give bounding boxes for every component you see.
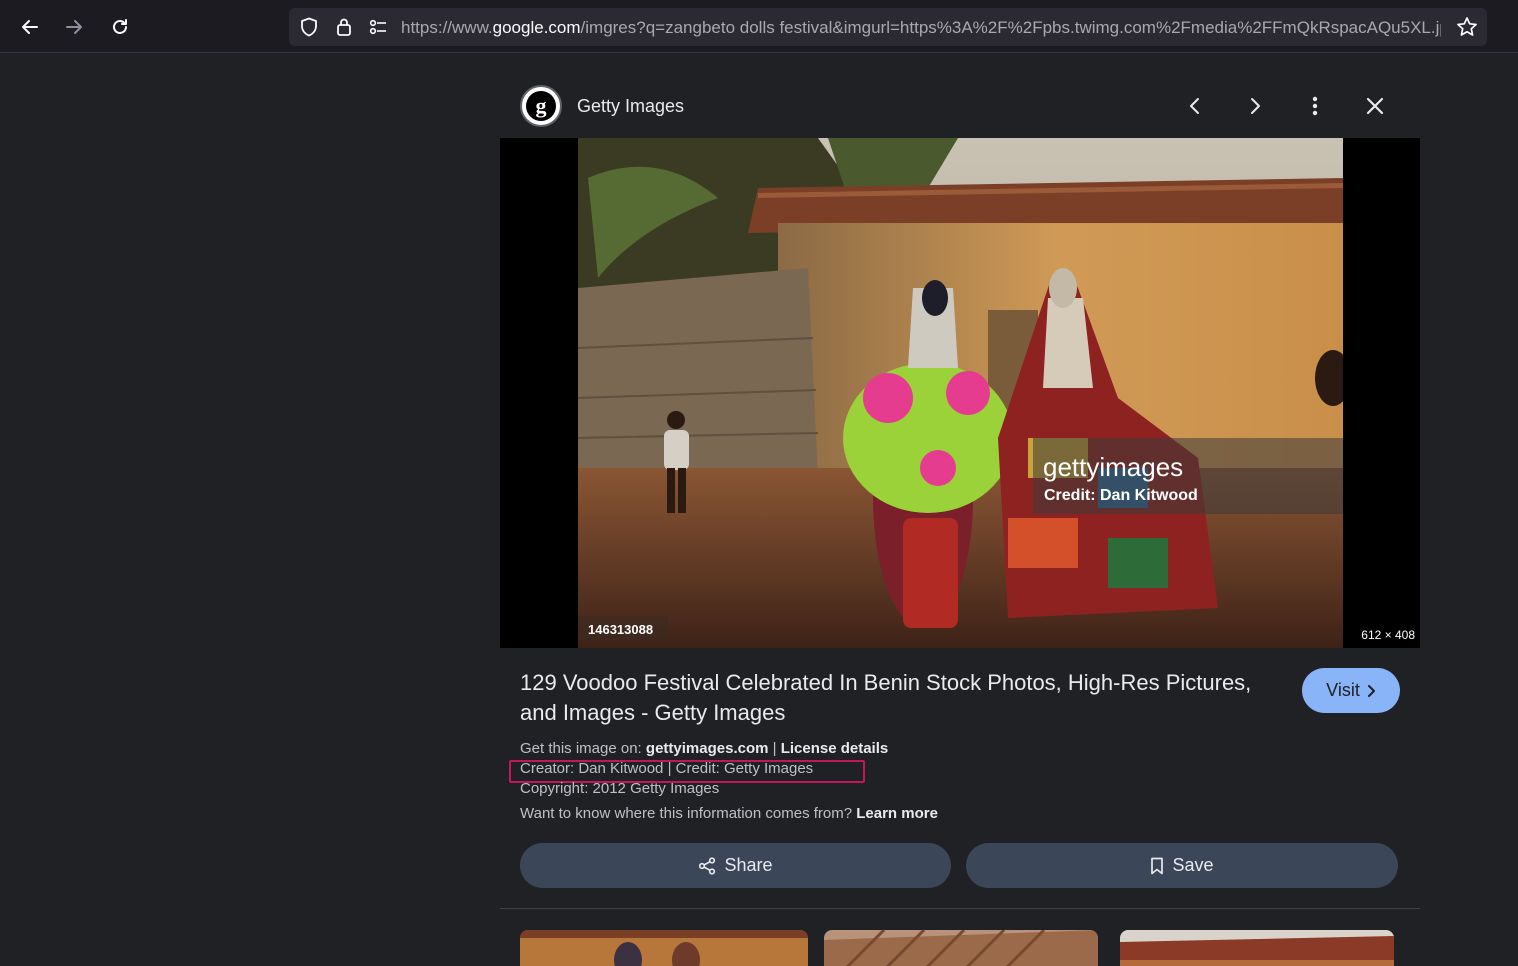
source-logo[interactable]: g (520, 85, 562, 127)
address-bar[interactable]: https://www.google.com/imgres?q=zangbeto… (289, 8, 1487, 46)
chevron-right-icon (1367, 684, 1375, 697)
watermark-credit: Credit: Dan Kitwood (1044, 487, 1198, 504)
bookmark-icon (1151, 857, 1164, 874)
url-host: google.com (492, 18, 581, 37)
learn-more-link[interactable]: Learn more (856, 805, 938, 822)
url-prefix: https://www. (401, 18, 493, 37)
share-button[interactable]: Share (520, 843, 951, 888)
url-path: /imgres?q=zangbeto dolls festival&imgurl… (580, 18, 1441, 37)
image-dimensions: 612 × 408 (1361, 628, 1415, 642)
url-text[interactable]: https://www.google.com/imgres?q=zangbeto… (401, 18, 1441, 38)
preview-photo[interactable]: gettyimages Credit: Dan Kitwood 14631308… (578, 138, 1343, 648)
watermark-brand: gettyimages (1043, 452, 1183, 482)
getty-logo-icon: g (526, 91, 556, 121)
related-thumbnail[interactable] (1120, 930, 1394, 966)
related-thumbnail[interactable] (520, 930, 808, 966)
reload-icon[interactable] (104, 11, 136, 43)
more-vert-icon (1312, 96, 1318, 116)
image-id: 146313088 (588, 622, 653, 637)
copyright-line: Copyright: 2012 Getty Images (520, 780, 720, 797)
related-thumbnail[interactable] (824, 930, 1098, 966)
license-details-link[interactable]: License details (781, 740, 889, 757)
visit-label: Visit (1326, 680, 1360, 700)
result-title[interactable]: 129 Voodoo Festival Celebrated In Benin … (520, 668, 1280, 728)
image-preview-panel: g Getty Images gettyimages Credit: Dan K… (480, 54, 1440, 966)
gettyimages-link[interactable]: gettyimages.com (646, 740, 769, 757)
share-icon (699, 856, 716, 875)
separator: | (768, 740, 781, 757)
results-area (0, 54, 480, 966)
lock-icon[interactable] (334, 17, 354, 37)
get-image-prefix: Get this image on: (520, 740, 646, 757)
image-viewer[interactable]: gettyimages Credit: Dan Kitwood 14631308… (500, 138, 1420, 648)
close-icon (1366, 97, 1384, 115)
chevron-left-icon (1190, 98, 1199, 114)
info-source-line: Want to know where this information come… (520, 805, 938, 822)
divider (500, 908, 1420, 909)
visit-button[interactable]: Visit (1302, 668, 1400, 713)
forward-arrow-icon[interactable] (58, 11, 90, 43)
browser-toolbar: https://www.google.com/imgres?q=zangbeto… (0, 0, 1518, 53)
star-icon[interactable] (1455, 15, 1479, 39)
right-gutter (1440, 54, 1518, 966)
info-question: Want to know where this information come… (520, 805, 857, 822)
source-name[interactable]: Getty Images (577, 96, 684, 117)
shield-icon[interactable] (299, 17, 319, 37)
close-button[interactable] (1359, 90, 1391, 122)
more-options-button[interactable] (1299, 90, 1331, 122)
permissions-icon[interactable] (368, 17, 388, 37)
save-button[interactable]: Save (966, 843, 1398, 888)
save-label: Save (1172, 855, 1214, 875)
previous-image-button[interactable] (1179, 90, 1211, 122)
share-label: Share (724, 855, 773, 875)
back-arrow-icon[interactable] (14, 11, 46, 43)
get-image-line: Get this image on: gettyimages.com | Lic… (520, 740, 888, 757)
chevron-right-icon (1251, 98, 1260, 114)
next-image-button[interactable] (1239, 90, 1271, 122)
